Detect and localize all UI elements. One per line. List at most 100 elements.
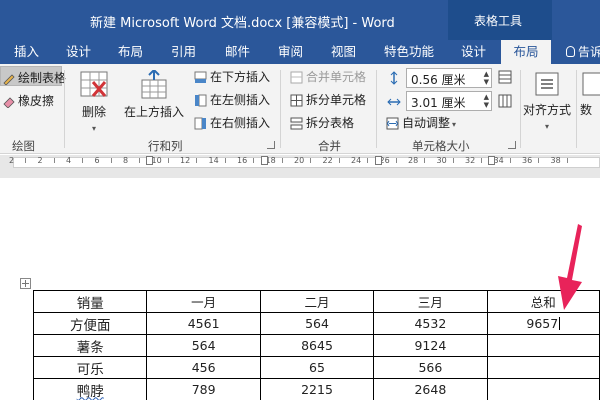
pencil-icon [3, 74, 15, 85]
merge-cells-button[interactable]: 合并单元格 [290, 68, 366, 85]
column-marker[interactable] [261, 156, 268, 165]
split-cells-button[interactable]: 拆分单元格 [290, 91, 366, 108]
cell-text: 4561 [187, 316, 220, 331]
alignment-dropdown-icon: ▾ [544, 122, 549, 131]
tab-layout[interactable]: 布局 [118, 40, 143, 64]
ruler-label: 2 [9, 156, 15, 165]
table-cell[interactable] [486, 334, 600, 357]
group-separator [64, 70, 65, 148]
row-label-cell[interactable]: 薯条 [32, 334, 148, 357]
ruler-tick [338, 158, 340, 163]
insert-below-button[interactable]: 在下方插入 [194, 68, 270, 85]
header-cell[interactable]: 销量 [32, 290, 148, 313]
column-width-spinner-icon[interactable]: ▲ ▼ [484, 93, 489, 109]
alignment-button[interactable]: 对齐方式 ▾ [522, 70, 572, 132]
autofit-label: 自动调整 [402, 116, 451, 130]
horizontal-ruler[interactable]: 2 2 4 6 8 10 12 14 16 18 20 22 24 26 28 30 32 34 36 38 [0, 155, 600, 170]
ruler-tick [452, 158, 454, 163]
alignment-icon [535, 72, 559, 96]
tab-table-layout[interactable]: 布局 [501, 40, 551, 64]
split-table-label: 拆分表格 [306, 116, 355, 130]
cell-text: 566 [418, 360, 443, 375]
tab-mailings[interactable]: 邮件 [225, 40, 250, 64]
pink-arrow-icon [558, 224, 582, 310]
table-cell[interactable]: 9657 [486, 312, 600, 335]
cell-size-group-label: 单元格大小 [412, 139, 470, 153]
cell-size-launcher-icon[interactable] [508, 141, 516, 149]
table-cell[interactable]: 566 [373, 356, 488, 379]
header-cell[interactable]: 一月 [146, 290, 261, 313]
window-title: 新建 Microsoft Word 文档.docx [兼容模式] - Word [90, 16, 395, 31]
cell-text: 65 [309, 360, 325, 375]
data-button[interactable]: 数 [580, 70, 600, 118]
table-cell[interactable] [486, 356, 600, 379]
tab-references[interactable]: 引用 [171, 40, 196, 64]
document-page[interactable]: 销量 一月 二月 三月 总和 方便面 4561 564 4532 9657 薯条 564 8645 912… [0, 178, 600, 400]
ruler-label: 2 [37, 156, 43, 165]
table-cell[interactable]: 65 [259, 356, 375, 379]
table-row: 可乐 456 65 566 [32, 356, 600, 379]
data-table[interactable]: 销量 一月 二月 三月 总和 方便面 4561 564 4532 9657 薯条 564 8645 912… [32, 290, 600, 400]
tab-view[interactable]: 视图 [331, 40, 356, 64]
ruler-label: 36 [522, 156, 533, 165]
table-cell[interactable]: 8645 [259, 334, 375, 357]
ruler-label: 14 [208, 156, 219, 165]
table-cell[interactable]: 9124 [373, 334, 488, 357]
ruler-track [13, 157, 600, 168]
row-label-cell[interactable]: 鸭脖 [32, 378, 148, 400]
tab-review[interactable]: 审阅 [278, 40, 303, 64]
tab-table-design[interactable]: 设计 [461, 40, 486, 64]
ruler-tick [281, 158, 283, 163]
insert-column-left-icon [195, 94, 207, 107]
distribute-columns-icon[interactable] [498, 94, 512, 108]
header-cell[interactable]: 三月 [373, 290, 488, 313]
ruler-tick [82, 158, 83, 163]
tab-design[interactable]: 设计 [66, 40, 91, 64]
ruler-tick [196, 158, 197, 163]
column-marker[interactable] [488, 156, 495, 165]
column-width-input[interactable]: 3.01 厘米 ▲ ▼ [406, 91, 492, 111]
table-cell[interactable]: 4561 [146, 312, 261, 335]
eraser-button[interactable]: 橡皮擦 [2, 92, 54, 109]
split-table-button[interactable]: 拆分表格 [290, 114, 354, 131]
table-cell[interactable]: 4532 [373, 312, 488, 335]
header-cell[interactable]: 二月 [259, 290, 375, 313]
table-cell[interactable]: 2648 [373, 378, 488, 400]
ruler-tick [139, 158, 140, 163]
table-cell[interactable]: 564 [259, 312, 375, 335]
table-cell[interactable] [486, 378, 600, 400]
table-move-handle-icon[interactable] [20, 278, 31, 289]
ruler-tick [367, 158, 368, 163]
row-height-spinner-icon[interactable]: ▲ ▼ [484, 70, 489, 86]
table-cell[interactable]: 456 [146, 356, 261, 379]
tab-insert[interactable]: 插入 [14, 40, 39, 64]
split-cells-label: 拆分单元格 [306, 93, 367, 107]
distribute-rows-icon[interactable] [498, 70, 512, 84]
cell-text: 可乐 [76, 361, 104, 378]
cell-text: 456 [191, 360, 216, 375]
insert-left-button[interactable]: 在左侧插入 [194, 91, 270, 108]
table-cell[interactable]: 2215 [259, 378, 375, 400]
rows-cols-launcher-icon[interactable] [267, 141, 275, 149]
delete-button[interactable]: 删除 ▾ [76, 70, 112, 134]
group-separator [576, 70, 577, 148]
row-label-cell[interactable]: 方便面 [32, 312, 148, 335]
insert-below-label: 在下方插入 [210, 70, 271, 84]
insert-above-button[interactable]: 在上方插入 [122, 68, 186, 120]
table-cell[interactable]: 789 [146, 378, 261, 400]
tell-me-label: 告诉 [578, 45, 600, 59]
column-marker[interactable] [146, 156, 153, 165]
row-label-cell[interactable]: 可乐 [32, 356, 148, 379]
ruler-label: 12 [180, 156, 191, 165]
tab-features[interactable]: 特色功能 [384, 40, 434, 64]
row-height-input[interactable]: 0.56 厘米 ▲ ▼ [406, 68, 492, 88]
insert-above-label: 在上方插入 [123, 105, 184, 119]
delete-dropdown-icon: ▾ [91, 124, 96, 133]
column-marker[interactable] [375, 156, 382, 165]
tell-me-box[interactable]: 告诉 [566, 40, 600, 64]
table-cell[interactable]: 564 [146, 334, 261, 357]
insert-right-button[interactable]: 在右侧插入 [194, 114, 270, 131]
autofit-button[interactable]: 自动调整 ▾ [386, 114, 456, 131]
eraser-icon [3, 97, 15, 108]
draw-table-button[interactable]: 绘制表格 [2, 69, 66, 86]
